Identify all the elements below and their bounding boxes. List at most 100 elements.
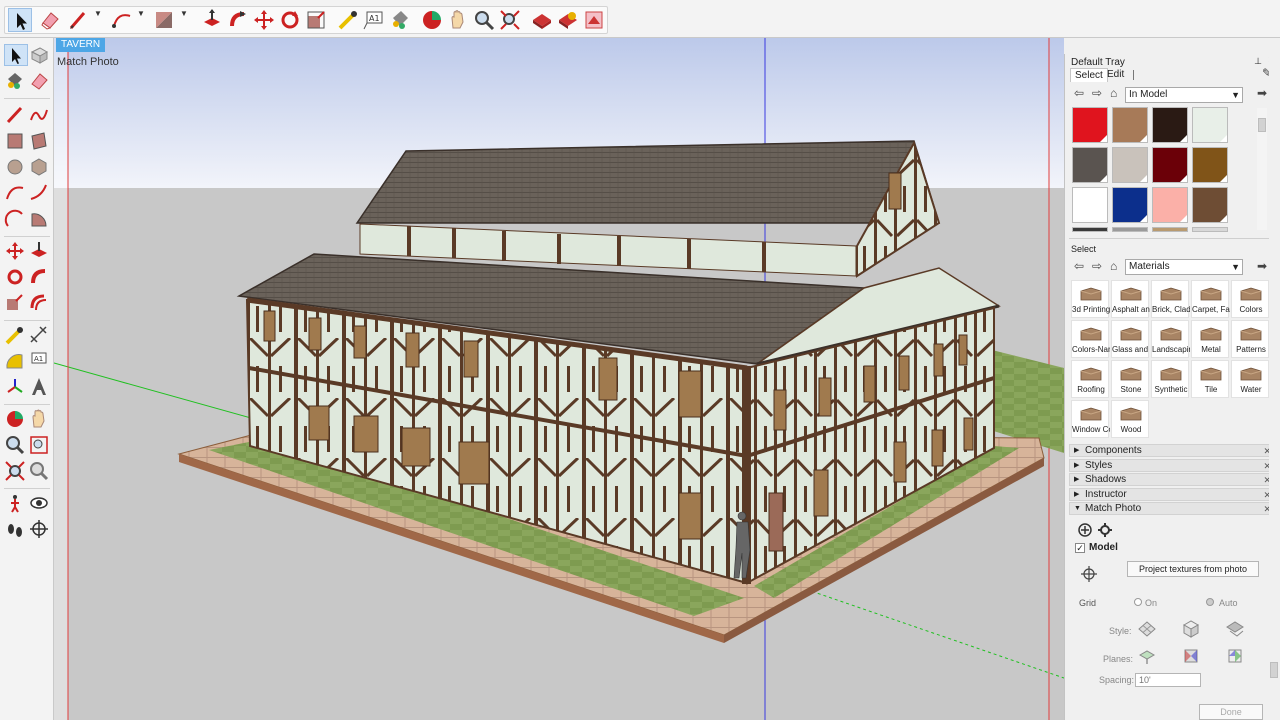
select-tool-icon[interactable] (8, 8, 32, 32)
panel-styles[interactable]: ▶ Styles ✕ (1069, 458, 1275, 472)
forward-arrow-icon[interactable]: ⇨ (1092, 86, 1102, 100)
panel-match-photo[interactable]: ▼ Match Photo ✕ (1069, 502, 1275, 515)
offset-tool-icon[interactable] (28, 292, 52, 314)
material-swatch[interactable] (1112, 227, 1148, 232)
zoom-icon[interactable] (472, 8, 496, 32)
dimension-tool-icon[interactable] (28, 324, 52, 346)
line-tool-icon[interactable] (4, 104, 28, 126)
material-swatch[interactable] (1112, 107, 1148, 143)
rotate-tool-icon[interactable] (278, 8, 302, 32)
back-arrow-icon[interactable]: ⇦ (1074, 259, 1084, 273)
panel-components[interactable]: ▶ Components ✕ (1069, 444, 1275, 457)
material-swatch[interactable] (1072, 147, 1108, 183)
library-item[interactable]: Synthetic (1151, 360, 1189, 398)
library-item[interactable]: Roofing (1071, 360, 1109, 398)
material-swatch[interactable] (1072, 187, 1108, 223)
paint-bucket-icon[interactable] (388, 8, 412, 32)
material-swatch[interactable] (1112, 187, 1148, 223)
rotate-tool-icon[interactable] (4, 266, 28, 288)
zoom-extents-icon[interactable] (498, 8, 522, 32)
chevron-down-icon[interactable]: ▼ (137, 10, 147, 18)
library-item[interactable]: Carpet, Fabric, Leather (1191, 280, 1230, 318)
zoom-window-icon[interactable] (28, 434, 52, 456)
scale-tool-icon[interactable] (4, 292, 28, 314)
grid-style-1-icon[interactable] (1137, 619, 1157, 639)
polygon-tool-icon[interactable] (28, 156, 52, 178)
text-tool-icon[interactable]: A1 (362, 8, 386, 32)
home-icon[interactable]: ⌂ (1110, 86, 1117, 100)
plane-red-blue-icon[interactable] (1181, 646, 1201, 666)
gear-icon[interactable] (1095, 520, 1115, 540)
library-item[interactable]: Colors (1231, 280, 1269, 318)
rotated-rectangle-icon[interactable] (28, 130, 52, 152)
tape-measure-icon[interactable] (336, 8, 360, 32)
grid-style-2-icon[interactable] (1181, 619, 1201, 639)
scale-tool-icon[interactable] (304, 8, 328, 32)
panel-instructor[interactable]: ▶ Instructor ✕ (1069, 487, 1275, 501)
material-swatch[interactable] (1192, 227, 1228, 232)
extension-warehouse-icon[interactable] (556, 8, 580, 32)
scrollbar-thumb[interactable] (1258, 118, 1266, 132)
library-item[interactable]: Window Coverings (1071, 400, 1110, 438)
scene-tab[interactable]: TAVERN (56, 38, 106, 52)
material-swatch[interactable] (1072, 107, 1108, 143)
project-textures-button[interactable]: Project textures from photo (1127, 561, 1259, 577)
walk-icon[interactable] (4, 518, 28, 540)
position-camera-icon[interactable] (4, 492, 28, 514)
library-item[interactable]: Glass and Mirrors (1111, 320, 1150, 358)
details-arrow-icon[interactable]: ➡ (1257, 86, 1267, 100)
material-swatch[interactable] (1072, 227, 1108, 232)
freehand-tool-icon[interactable] (28, 104, 52, 126)
select-tool-icon[interactable] (4, 44, 28, 66)
eraser-tool-icon[interactable] (38, 8, 62, 32)
add-photo-icon[interactable] (1075, 520, 1095, 540)
material-swatch[interactable] (1112, 147, 1148, 183)
eraser-tool-icon[interactable] (28, 70, 52, 92)
three-point-arc-icon[interactable] (4, 208, 28, 230)
grid-auto-radio[interactable] (1206, 598, 1214, 606)
drawing-viewport[interactable]: TAVERN Match Photo (54, 38, 1064, 720)
model-scene[interactable] (54, 38, 1064, 720)
protractor-icon[interactable] (4, 350, 28, 372)
crosshair-icon[interactable] (1079, 564, 1099, 584)
text-tool-icon[interactable]: A1 (28, 350, 52, 372)
library-item[interactable]: Colors-Named (1071, 320, 1110, 358)
details-arrow-icon[interactable]: ➡ (1257, 259, 1267, 273)
plane-green-blue-icon[interactable] (1225, 646, 1245, 666)
library-item[interactable]: Patterns (1231, 320, 1269, 358)
material-swatch[interactable] (1152, 107, 1188, 143)
circle-tool-icon[interactable] (4, 156, 28, 178)
orbit-icon[interactable] (4, 408, 28, 430)
library-item[interactable]: Water (1231, 360, 1269, 398)
two-point-arc-icon[interactable] (28, 182, 52, 204)
push-pull-tool-icon[interactable] (200, 8, 224, 32)
library-item[interactable]: Tile (1191, 360, 1229, 398)
look-around-icon[interactable] (28, 492, 52, 514)
tray-scrollbar[interactable] (1269, 54, 1279, 720)
arc-tool-icon[interactable] (110, 8, 134, 32)
move-tool-icon[interactable] (252, 8, 276, 32)
material-swatch[interactable] (1192, 147, 1228, 183)
zoom-icon[interactable] (4, 434, 28, 456)
chevron-down-icon[interactable]: ▼ (180, 10, 190, 18)
done-button[interactable]: Done (1199, 704, 1263, 720)
plane-red-green-icon[interactable] (1137, 646, 1157, 666)
library-select[interactable]: Materials ▼ (1125, 259, 1243, 275)
follow-me-tool-icon[interactable] (226, 8, 250, 32)
panel-shadows[interactable]: ▶ Shadows ✕ (1069, 473, 1275, 486)
warehouse-icon[interactable] (530, 8, 554, 32)
scrollbar-thumb[interactable] (1270, 662, 1278, 678)
paint-bucket-icon[interactable] (4, 70, 28, 92)
line-tool-icon[interactable] (66, 8, 90, 32)
material-swatch[interactable] (1152, 227, 1188, 232)
library-item[interactable]: Metal (1191, 320, 1229, 358)
move-tool-icon[interactable] (4, 240, 28, 262)
forward-arrow-icon[interactable]: ⇨ (1092, 259, 1102, 273)
library-item[interactable]: Stone (1111, 360, 1149, 398)
orbit-icon[interactable] (420, 8, 444, 32)
spacing-input[interactable]: 10' (1135, 673, 1201, 687)
push-pull-tool-icon[interactable] (28, 240, 52, 262)
swatch-scrollbar[interactable] (1257, 108, 1267, 230)
model-checkbox[interactable]: ✓ (1075, 543, 1085, 553)
material-swatch[interactable] (1192, 107, 1228, 143)
